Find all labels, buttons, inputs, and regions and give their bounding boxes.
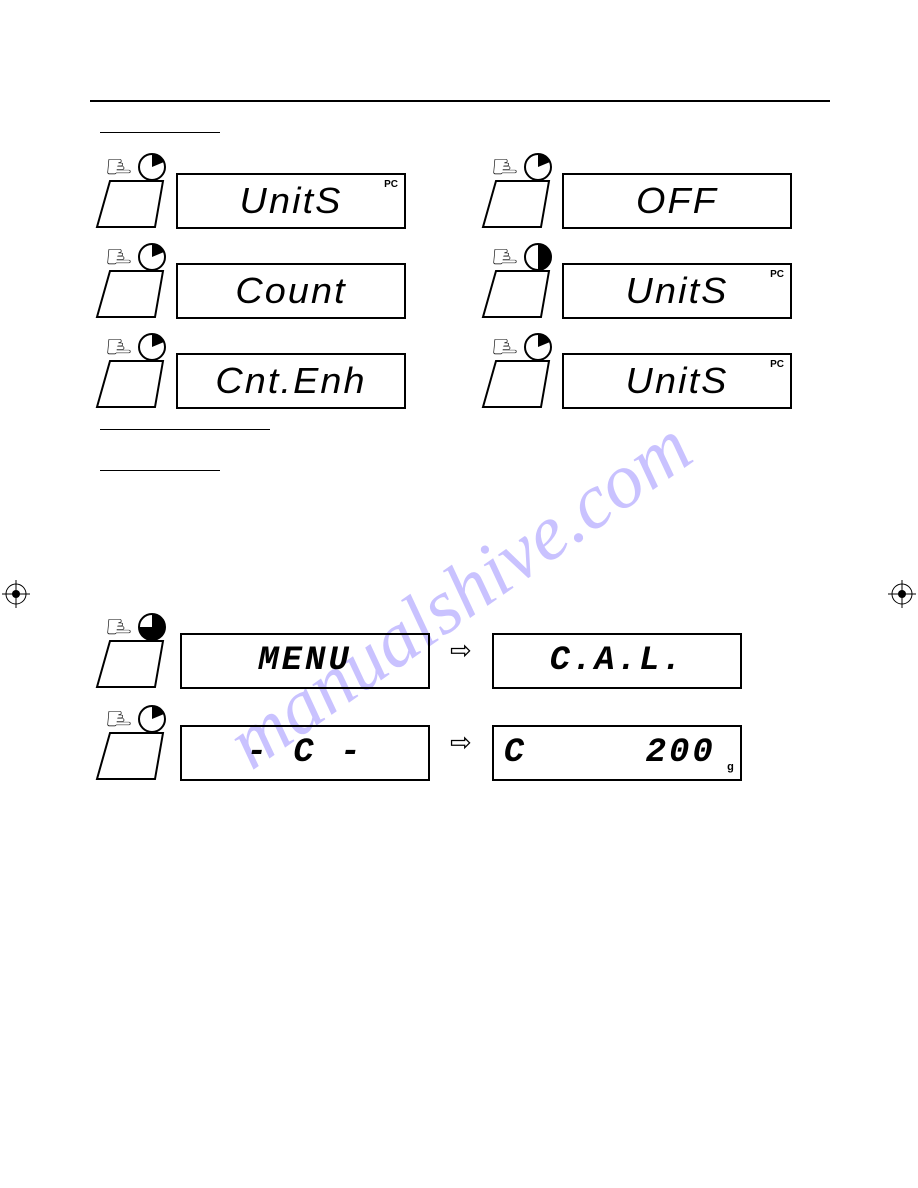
- section1-heading-underline: [100, 132, 220, 133]
- lcd-display-c: - C -: [180, 725, 430, 781]
- lcd-display: UnitS PC: [562, 353, 792, 409]
- lcd-display: OFF: [562, 173, 792, 229]
- registration-mark-left: [2, 580, 30, 608]
- cell-1-right: ☞ OFF: [476, 151, 806, 229]
- lcd-display: UnitS PC: [176, 173, 406, 229]
- button-icon[interactable]: [481, 179, 551, 229]
- button-icon[interactable]: [95, 639, 165, 689]
- row2-2: ☞ - C - ⇨ C 200 g: [90, 703, 830, 781]
- lcd-text: UnitS: [240, 180, 343, 222]
- lcd-display-c200: C 200 g: [492, 725, 742, 781]
- arrow-right-icon: ⇨: [450, 635, 472, 666]
- lcd-text: OFF: [636, 180, 718, 222]
- pc-badge: PC: [384, 179, 398, 190]
- lcd-text: C.A.L.: [550, 642, 684, 680]
- pie-icon: [523, 152, 553, 182]
- section1c-underline: [100, 470, 220, 471]
- lcd-text: UnitS: [626, 270, 729, 312]
- pie-icon: [137, 152, 167, 182]
- button-icon[interactable]: [95, 269, 165, 319]
- row-1: ☞ UnitS PC ☞: [90, 151, 830, 229]
- pc-badge: PC: [770, 269, 784, 280]
- row-3: ☞ Cnt.Enh ☞: [90, 331, 830, 409]
- cell-3-right: ☞ UnitS PC: [476, 331, 806, 409]
- lcd-display: Count: [176, 263, 406, 319]
- section1b-underline: [100, 429, 270, 430]
- row2-1: ☞ MENU ⇨ C.A.L.: [90, 611, 830, 689]
- pie-icon: [137, 704, 167, 734]
- cell-3-left: ☞ Cnt.Enh: [90, 331, 420, 409]
- section2: ☞ MENU ⇨ C.A.L. ☞: [90, 611, 830, 781]
- pie-icon-three-quarter: [137, 612, 167, 642]
- button-icon[interactable]: [481, 269, 551, 319]
- lcd-display-menu: MENU: [180, 633, 430, 689]
- cell-2-right: ☞ UnitS PC: [476, 241, 806, 319]
- lcd-text: MENU: [258, 642, 352, 680]
- arrow-right-icon: ⇨: [450, 727, 472, 758]
- cell-2-left: ☞ Count: [90, 241, 420, 319]
- lcd-display: Cnt.Enh: [176, 353, 406, 409]
- pie-icon: [523, 332, 553, 362]
- button-icon[interactable]: [95, 359, 165, 409]
- lcd-display-cal: C.A.L.: [492, 633, 742, 689]
- row-2: ☞ Count ☞: [90, 241, 830, 319]
- pc-badge: PC: [770, 359, 784, 370]
- divider-top: [90, 100, 830, 102]
- unit-badge: g: [727, 761, 734, 773]
- registration-mark-right: [888, 580, 916, 608]
- lcd-display: UnitS PC: [562, 263, 792, 319]
- lcd-prefix: C: [494, 734, 527, 772]
- section1-rows: ☞ UnitS PC ☞: [90, 151, 830, 409]
- button-icon[interactable]: [95, 731, 165, 781]
- pie-icon: [137, 242, 167, 272]
- button-icon[interactable]: [481, 359, 551, 409]
- pie-icon-half: [523, 242, 553, 272]
- lcd-text: UnitS: [626, 360, 729, 402]
- lcd-text: - C -: [246, 734, 363, 772]
- button-icon[interactable]: [95, 179, 165, 229]
- cell-1-left: ☞ UnitS PC: [90, 151, 420, 229]
- lcd-value: 200: [646, 734, 740, 772]
- lcd-text: Count: [235, 270, 346, 312]
- pie-icon: [137, 332, 167, 362]
- lcd-text: Cnt.Enh: [215, 360, 366, 402]
